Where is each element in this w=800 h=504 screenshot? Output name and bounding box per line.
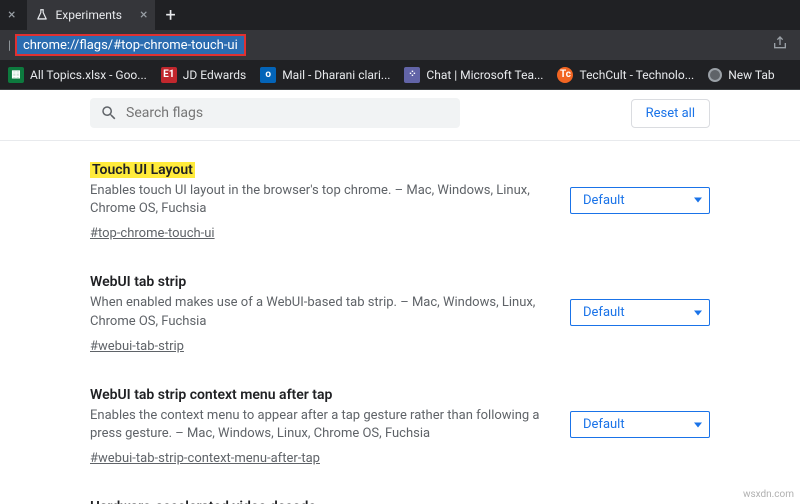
flag-title: Hardware-accelerated video decode bbox=[90, 499, 316, 504]
share-icon[interactable] bbox=[768, 35, 792, 55]
close-icon[interactable]: × bbox=[8, 7, 15, 23]
bookmark-item[interactable]: New Tab bbox=[708, 68, 774, 82]
flag-description: Enables touch UI layout in the browser's… bbox=[90, 182, 550, 218]
bookmark-item[interactable]: E1 JD Edwards bbox=[161, 67, 246, 83]
flag-select[interactable]: Default bbox=[570, 411, 710, 438]
flag-row: Hardware-accelerated video decodeHardwar… bbox=[90, 478, 710, 504]
flag-select-wrap: Default bbox=[570, 299, 710, 326]
flag-title: WebUI tab strip context menu after tap bbox=[90, 387, 332, 403]
watermark: wsxdn.com bbox=[743, 489, 794, 500]
flag-info: WebUI tab strip context menu after tap En… bbox=[90, 384, 550, 466]
bookmark-item[interactable]: ⁘ Chat | Microsoft Tea... bbox=[404, 67, 543, 83]
close-icon[interactable]: × bbox=[140, 7, 147, 23]
address-bar: | chrome://flags/#top-chrome-touch-ui bbox=[0, 30, 800, 60]
tab-inactive[interactable]: × bbox=[0, 0, 27, 30]
flag-select-wrap: Default bbox=[570, 411, 710, 438]
flag-anchor-link[interactable]: #webui-tab-strip bbox=[90, 339, 184, 354]
bookmark-label: Chat | Microsoft Tea... bbox=[426, 68, 543, 82]
tab-active[interactable]: Experiments × bbox=[27, 0, 155, 30]
flag-info: Touch UI Layout Enables touch UI layout i… bbox=[90, 159, 550, 241]
flag-anchor-link[interactable]: #webui-tab-strip-context-menu-after-tap bbox=[90, 451, 320, 466]
flask-icon bbox=[35, 8, 49, 22]
bookmark-label: New Tab bbox=[728, 68, 774, 82]
flags-list: Touch UI Layout Enables touch UI layout i… bbox=[0, 141, 800, 504]
flag-title: Touch UI Layout bbox=[90, 162, 195, 178]
divider: | bbox=[8, 38, 11, 52]
search-icon bbox=[100, 104, 118, 122]
flag-info: Hardware-accelerated video decodeHardwar… bbox=[90, 496, 550, 504]
bookmark-icon: E1 bbox=[161, 67, 177, 83]
flag-select-wrap: Default bbox=[570, 187, 710, 214]
bookmark-icon: ⁘ bbox=[404, 67, 420, 83]
bookmarks-bar: ▦ All Topics.xlsx - Goo... E1 JD Edwards o Ma… bbox=[0, 60, 800, 90]
flag-row: WebUI tab strip When enabled makes use of… bbox=[90, 253, 710, 365]
bookmark-item[interactable]: ▦ All Topics.xlsx - Goo... bbox=[8, 67, 147, 83]
tab-title: Experiments bbox=[55, 8, 122, 22]
bookmark-icon: ▦ bbox=[8, 67, 24, 83]
bookmark-label: Mail - Dharani clari... bbox=[282, 68, 390, 82]
page-content: Reset all Touch UI Layout Enables touch U… bbox=[0, 90, 800, 504]
reset-all-button[interactable]: Reset all bbox=[631, 99, 710, 128]
bookmark-label: JD Edwards bbox=[183, 68, 246, 82]
flag-row: WebUI tab strip context menu after tap En… bbox=[90, 366, 710, 478]
bookmark-icon bbox=[708, 68, 722, 82]
bookmark-label: All Topics.xlsx - Goo... bbox=[30, 68, 147, 82]
top-controls: Reset all bbox=[0, 90, 800, 136]
bookmark-icon: Tc bbox=[557, 67, 573, 83]
search-input[interactable] bbox=[126, 105, 450, 121]
url-text: chrome://flags/#top-chrome-touch-ui bbox=[23, 38, 238, 53]
flag-anchor-link[interactable]: #top-chrome-touch-ui bbox=[90, 226, 215, 241]
search-box[interactable] bbox=[90, 98, 460, 128]
flag-description: When enabled makes use of a WebUI-based … bbox=[90, 294, 550, 330]
tab-strip: × Experiments × + bbox=[0, 0, 800, 30]
bookmark-label: TechCult - Technolo... bbox=[579, 68, 694, 82]
url-input[interactable]: chrome://flags/#top-chrome-touch-ui bbox=[15, 34, 246, 56]
bookmark-icon: o bbox=[260, 67, 276, 83]
bookmark-item[interactable]: Tc TechCult - Technolo... bbox=[557, 67, 694, 83]
new-tab-button[interactable]: + bbox=[155, 5, 185, 26]
flag-row: Touch UI Layout Enables touch UI layout i… bbox=[90, 141, 710, 253]
bookmark-item[interactable]: o Mail - Dharani clari... bbox=[260, 67, 390, 83]
flag-description: Enables the context menu to appear after… bbox=[90, 407, 550, 443]
flag-select[interactable]: Default bbox=[570, 299, 710, 326]
flag-select[interactable]: Default bbox=[570, 187, 710, 214]
flag-info: WebUI tab strip When enabled makes use of… bbox=[90, 271, 550, 353]
flag-title: WebUI tab strip bbox=[90, 274, 186, 290]
